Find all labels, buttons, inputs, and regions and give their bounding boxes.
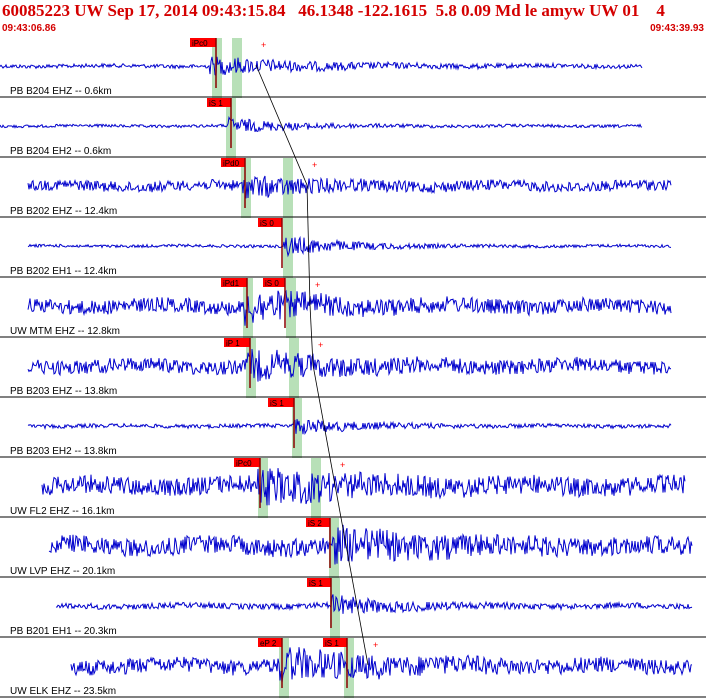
channel-trace-row[interactable]: iPc0 + PB B204 EHZ -- 0.6km xyxy=(0,38,706,98)
channel-label: PB B202 EHZ -- 12.4km xyxy=(10,206,117,217)
channel-trace-row[interactable]: iPd1 iS 0 + UW MTM EHZ -- 12.8km xyxy=(0,278,706,338)
waveform-trace[interactable] xyxy=(27,419,672,436)
phase-pick-label: iPd1 xyxy=(223,279,240,288)
channel-trace-row[interactable]: iS 0 PB B202 EH1 -- 12.4km xyxy=(0,218,706,278)
phase-pick-label: iS 1 xyxy=(209,99,223,108)
phase-pick-label: iS 1 xyxy=(270,399,284,408)
waveform-trace[interactable] xyxy=(27,175,672,199)
amplitude-marker: + xyxy=(318,340,323,350)
channel-trace-row[interactable]: iS 1 PB B201 EH1 -- 20.3km xyxy=(0,578,706,638)
amplitude-marker: + xyxy=(312,160,317,170)
channel-rows: iPc0 + PB B204 EHZ -- 0.6km iS 1 PB B204 EH2… xyxy=(0,38,706,698)
phase-pick-label: iPc0 xyxy=(236,459,252,468)
event-title: 60085223 UW Sep 17, 2014 09:43:15.84 46.… xyxy=(2,1,665,20)
amplitude-marker: + xyxy=(261,40,266,50)
pick-window-band xyxy=(311,458,321,518)
channel-trace-row[interactable]: iPd0 + PB B202 EHZ -- 12.4km xyxy=(0,158,706,218)
phase-pick-label: iS 2 xyxy=(308,519,322,528)
amplitude-marker: + xyxy=(340,460,345,470)
channel-label: UW FL2 EHZ -- 16.1km xyxy=(10,506,114,517)
waveform-trace[interactable] xyxy=(0,56,643,77)
waveform-trace[interactable] xyxy=(70,647,693,683)
channel-trace-row[interactable]: iP 1 + PB B203 EHZ -- 13.8km xyxy=(0,338,706,398)
channel-label: PB B204 EH2 -- 0.6km xyxy=(10,146,111,157)
phase-pick-label: iP 1 xyxy=(226,339,240,348)
phase-pick-label: iPc0 xyxy=(192,39,208,48)
channel-trace-row[interactable]: iS 2 UW LVP EHZ -- 20.1km xyxy=(0,518,706,578)
record-header: 60085223 UW Sep 17, 2014 09:43:15.84 46.… xyxy=(0,0,706,38)
channel-label: UW MTM EHZ -- 12.8km xyxy=(10,326,120,337)
waveform-trace[interactable] xyxy=(27,348,672,382)
channel-trace-row[interactable]: iS 1 PB B203 EH2 -- 13.8km xyxy=(0,398,706,458)
waveform-trace[interactable] xyxy=(55,594,693,614)
channel-label: PB B201 EH1 -- 20.3km xyxy=(10,626,117,637)
waveform-trace[interactable] xyxy=(27,235,672,258)
amplitude-marker: + xyxy=(315,280,320,290)
phase-pick-label: iS 1 xyxy=(309,579,323,588)
phase-pick-label: iS 0 xyxy=(265,279,279,288)
time-start-label: 09:43:06.86 xyxy=(2,23,56,34)
phase-pick-label: eP 2 xyxy=(260,639,277,648)
channel-label: UW LVP EHZ -- 20.1km xyxy=(10,566,115,577)
channel-label: PB B203 EHZ -- 13.8km xyxy=(10,386,117,397)
channel-label: PB B202 EH1 -- 12.4km xyxy=(10,266,117,277)
channel-trace-row[interactable]: iS 1 PB B204 EH2 -- 0.6km xyxy=(0,98,706,158)
phase-pick-label: iPd0 xyxy=(223,159,240,168)
phase-pick-label: iS 1 xyxy=(325,639,339,648)
channel-label: PB B203 EH2 -- 13.8km xyxy=(10,446,117,457)
phase-pick-label: iS 0 xyxy=(260,219,274,228)
channel-label: PB B204 EHZ -- 0.6km xyxy=(10,86,112,97)
waveform-trace[interactable] xyxy=(0,116,643,132)
waveform-trace[interactable] xyxy=(48,524,693,565)
channel-label: UW ELK EHZ -- 23.5km xyxy=(10,686,116,697)
channel-trace-row[interactable]: iPc0 + UW FL2 EHZ -- 16.1km xyxy=(0,458,706,518)
waveform-trace[interactable] xyxy=(41,468,686,506)
waveform-trace[interactable] xyxy=(27,289,672,326)
time-end-label: 09:43:39.93 xyxy=(650,23,704,34)
amplitude-marker: + xyxy=(373,640,378,650)
seismogram-panel[interactable]: iPc0 + PB B204 EHZ -- 0.6km iS 1 PB B204 EH2… xyxy=(0,38,706,698)
